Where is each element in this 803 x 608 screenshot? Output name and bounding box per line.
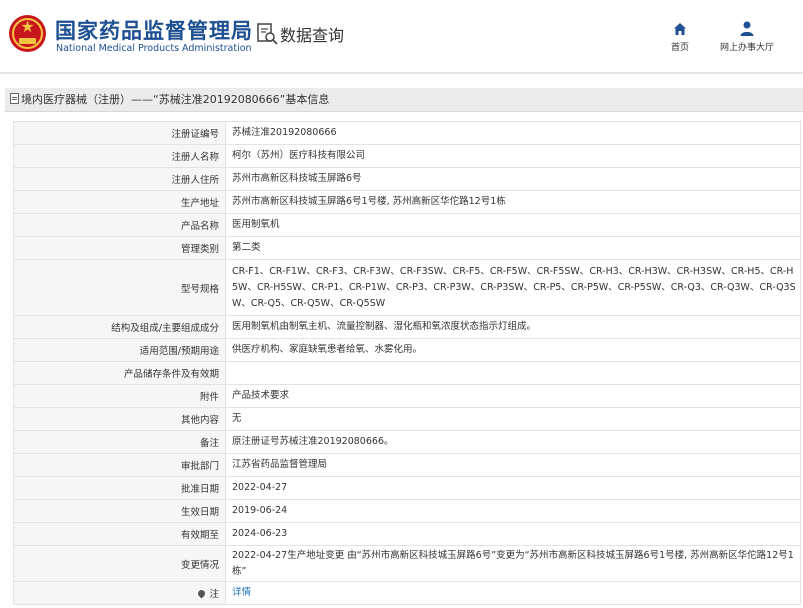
row-value-registrant-name: 柯尔（苏州）医疗科技有限公司 [225, 144, 801, 168]
row-value-note: 详情 [225, 581, 801, 605]
row-label-management-category: 管理类别 [13, 236, 226, 260]
row-value-approval-department: 江苏省药品监督管理局 [225, 453, 801, 477]
query-title-text: 数据查询 [280, 26, 345, 45]
note-label: 注 [209, 589, 219, 600]
row-label-remarks: 备注 [13, 430, 226, 454]
map-pin-icon [197, 588, 207, 599]
row-label-storage-validity: 产品储存条件及有效期 [13, 361, 226, 385]
table-row: 产品储存条件及有效期 [13, 361, 801, 385]
row-value-attachment: 产品技术要求 [225, 384, 801, 408]
table-row: 注册人住所 苏州市高新区科技城玉屏路6号 [13, 167, 801, 191]
row-value-remarks: 原注册证号苏械注准20192080666。 [225, 430, 801, 454]
row-value-registrant-address: 苏州市高新区科技城玉屏路6号 [225, 167, 801, 191]
registration-detail-table: 注册证编号 苏械注准20192080666 注册人名称 柯尔（苏州）医疗科技有限… [13, 121, 801, 605]
national-emblem-icon[interactable]: ★ [9, 15, 46, 52]
row-value-approval-date: 2022-04-27 [225, 476, 801, 500]
site-name-en[interactable]: National Medical Products Administration [56, 43, 252, 54]
row-value-model-spec: CR-F1、CR-F1W、CR-F3、CR-F3W、CR-F3SW、CR-F5、… [225, 259, 801, 316]
table-row: 备注 原注册证号苏械注准20192080666。 [13, 430, 801, 454]
table-row: 其他内容 无 [13, 407, 801, 431]
section-title-bar: 境内医疗器械（注册）——“苏械注准20192080666”基本信息 [5, 88, 803, 112]
row-label-approval-date: 批准日期 [13, 476, 226, 500]
row-label-effective-date: 生效日期 [13, 499, 226, 523]
table-row: 批准日期 2022-04-27 [13, 476, 801, 500]
row-label-registrant-name: 注册人名称 [13, 144, 226, 168]
site-header: ★ 国家药品监督管理局 National Medical Products Ad… [0, 0, 803, 72]
row-label-attachment: 附件 [13, 384, 226, 408]
table-row: 适用范围/预期用途 供医疗机构、家庭缺氧患者给氧、水雾化用。 [13, 338, 801, 362]
row-value-change-history: 2022-04-27生产地址变更 由“苏州市高新区科技城玉屏路6号”变更为“苏州… [225, 545, 801, 582]
section-title: 境内医疗器械（注册）——“苏械注准20192080666”基本信息 [21, 93, 330, 106]
nav-online-service-hall-label: 网上办事大厅 [719, 43, 774, 53]
table-row: 管理类别 第二类 [13, 236, 801, 260]
row-label-production-address: 生产地址 [13, 190, 226, 214]
user-icon [712, 18, 782, 36]
document-icon [10, 93, 19, 104]
row-value-other-content: 无 [225, 407, 801, 431]
row-value-registration-number: 苏械注准20192080666 [225, 121, 801, 145]
details-link[interactable]: 详情 [232, 587, 251, 598]
row-label-change-history: 变更情况 [13, 545, 226, 582]
table-row: 生效日期 2019-06-24 [13, 499, 801, 523]
row-value-management-category: 第二类 [225, 236, 801, 260]
table-row: 附件 产品技术要求 [13, 384, 801, 408]
row-value-production-address: 苏州市高新区科技城玉屏路6号1号楼, 苏州高新区华佗路12号1栋 [225, 190, 801, 214]
row-label-valid-until: 有效期至 [13, 522, 226, 546]
table-row: 产品名称 医用制氧机 [13, 213, 801, 237]
row-label-product-name: 产品名称 [13, 213, 226, 237]
row-label-other-content: 其他内容 [13, 407, 226, 431]
row-value-storage-validity [225, 361, 801, 385]
header-divider [0, 72, 803, 74]
row-label-registrant-address: 注册人住所 [13, 167, 226, 191]
table-row: 注 详情 [13, 581, 801, 605]
home-icon [663, 18, 697, 36]
table-row: 注册证编号 苏械注准20192080666 [13, 121, 801, 145]
row-label-model-spec: 型号规格 [13, 259, 226, 316]
row-value-structure-composition: 医用制氧机由制氧主机、流量控制器、湿化瓶和氧浓度状态指示灯组成。 [225, 315, 801, 339]
row-value-effective-date: 2019-06-24 [225, 499, 801, 523]
search-document-icon [256, 23, 278, 45]
table-row: 型号规格 CR-F1、CR-F1W、CR-F3、CR-F3W、CR-F3SW、C… [13, 259, 801, 316]
row-value-intended-use: 供医疗机构、家庭缺氧患者给氧、水雾化用。 [225, 338, 801, 362]
row-label-intended-use: 适用范围/预期用途 [13, 338, 226, 362]
row-label-approval-department: 审批部门 [13, 453, 226, 477]
table-row: 变更情况 2022-04-27生产地址变更 由“苏州市高新区科技城玉屏路6号”变… [13, 545, 801, 582]
row-label-registration-number: 注册证编号 [13, 121, 226, 145]
table-row: 结构及组成/主要组成成分 医用制氧机由制氧主机、流量控制器、湿化瓶和氧浓度状态指… [13, 315, 801, 339]
data-query-title: 数据查询 [256, 22, 344, 46]
table-row: 有效期至 2024-06-23 [13, 522, 801, 546]
table-row: 生产地址 苏州市高新区科技城玉屏路6号1号楼, 苏州高新区华佗路12号1栋 [13, 190, 801, 214]
site-name-cn[interactable]: 国家药品监督管理局 [55, 15, 253, 45]
nav-online-service-hall[interactable]: 网上办事大厅 [712, 18, 782, 53]
row-label-note: 注 [13, 581, 226, 605]
table-row: 审批部门 江苏省药品监督管理局 [13, 453, 801, 477]
row-value-valid-until: 2024-06-23 [225, 522, 801, 546]
row-value-product-name: 医用制氧机 [225, 213, 801, 237]
table-row: 注册人名称 柯尔（苏州）医疗科技有限公司 [13, 144, 801, 168]
nav-home-label: 首页 [670, 43, 689, 53]
nav-home[interactable]: 首页 [663, 18, 697, 53]
row-label-structure-composition: 结构及组成/主要组成成分 [13, 315, 226, 339]
